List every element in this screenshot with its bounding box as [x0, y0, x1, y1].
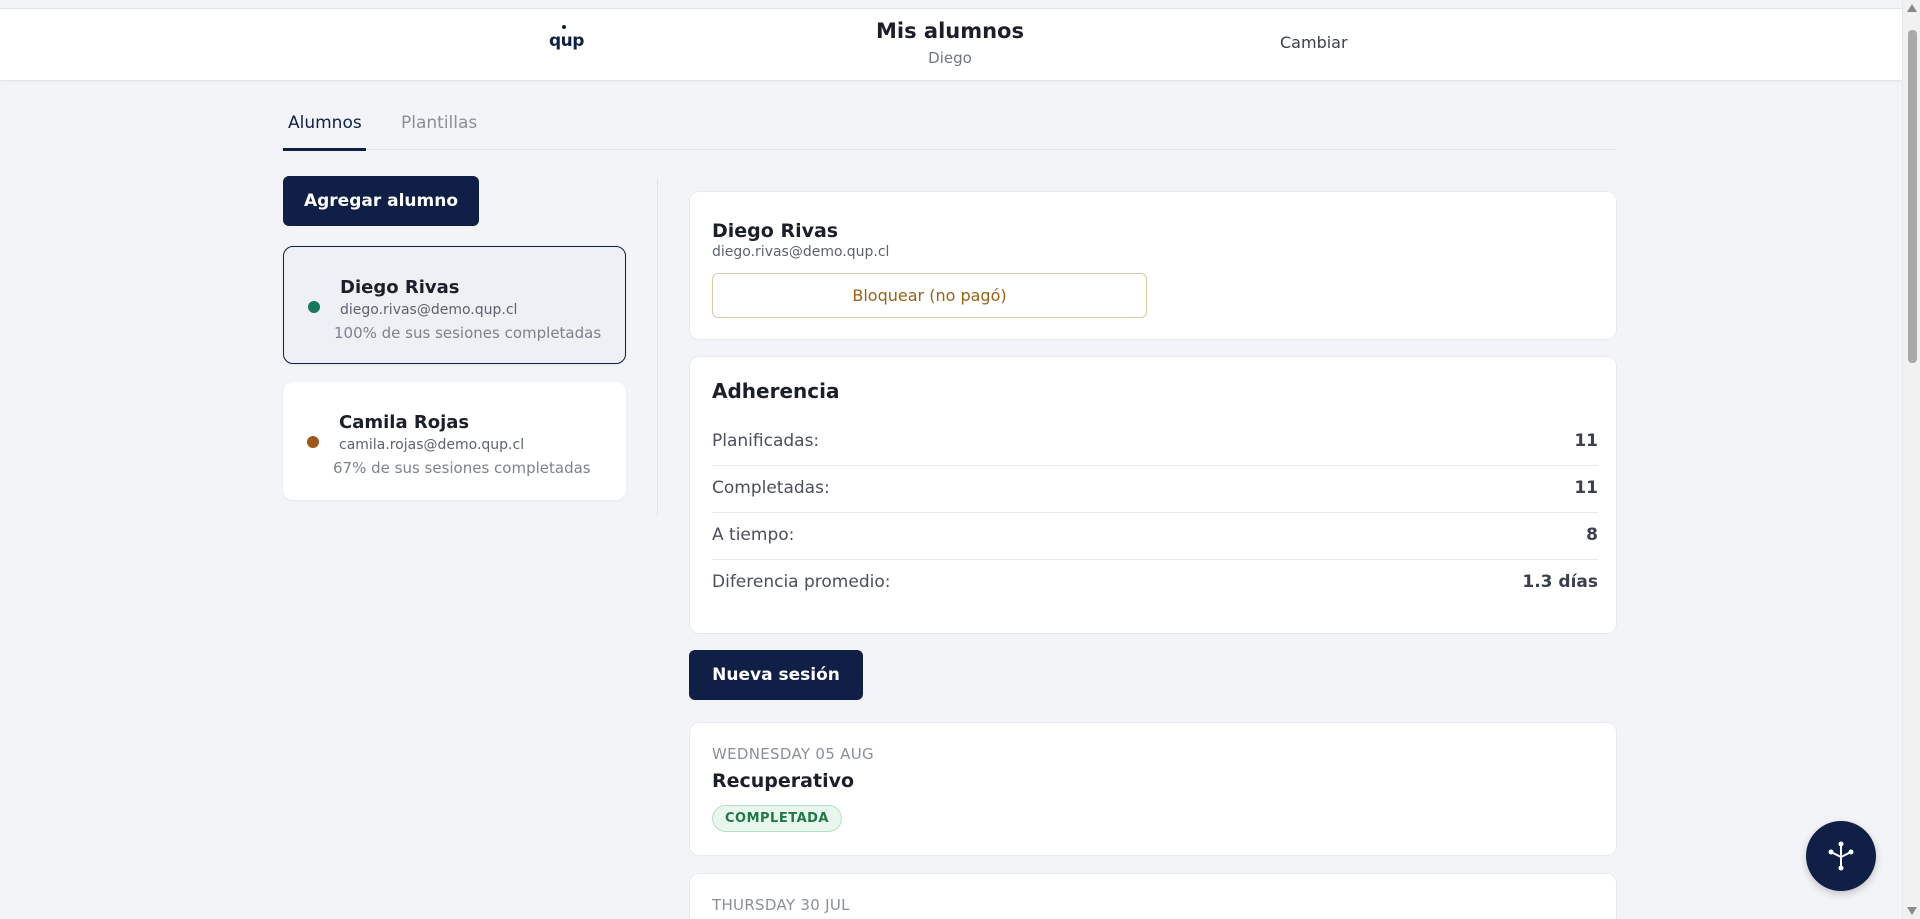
- adherence-value: 11: [1574, 431, 1598, 451]
- status-dot: [307, 436, 319, 448]
- student-progress: 100% de sus sesiones completadas: [334, 324, 602, 342]
- scroll-up-arrow-icon[interactable]: [1907, 4, 1917, 12]
- student-card[interactable]: Diego Rivas diego.rivas@demo.qup.cl 100%…: [283, 246, 626, 364]
- add-student-button[interactable]: Agregar alumno: [283, 176, 479, 226]
- session-date: THURSDAY 30 JUL: [712, 896, 850, 914]
- student-name: Camila Rojas: [339, 412, 470, 433]
- header-center: Mis alumnos Diego: [800, 19, 1100, 67]
- new-session-button[interactable]: Nueva sesión: [689, 650, 863, 700]
- student-email: diego.rivas@demo.qup.cl: [340, 302, 518, 318]
- adherence-title: Adherencia: [712, 379, 840, 403]
- tab-alumnos[interactable]: Alumnos: [288, 113, 362, 133]
- status-dot: [308, 301, 320, 313]
- floating-action-button[interactable]: [1806, 821, 1876, 891]
- adherence-card: Adherencia Planificadas: 11 Completadas:…: [689, 356, 1617, 634]
- student-card[interactable]: Camila Rojas camila.rojas@demo.qup.cl 67…: [283, 382, 626, 500]
- student-email: camila.rojas@demo.qup.cl: [339, 437, 525, 453]
- profile-name: Diego Rivas: [712, 220, 839, 242]
- switch-button[interactable]: Cambiar: [1280, 33, 1348, 52]
- tree-icon: [1828, 841, 1854, 871]
- active-tab-indicator: [283, 148, 366, 151]
- session-card[interactable]: THURSDAY 30 JUL: [689, 873, 1617, 919]
- app-logo[interactable]: qup: [549, 25, 584, 51]
- adherence-value: 8: [1586, 525, 1598, 545]
- page-title: Mis alumnos: [876, 19, 1024, 43]
- scroll-down-arrow-icon[interactable]: [1907, 907, 1917, 915]
- logo-dot: [562, 25, 566, 29]
- tab-bar: Alumnos Plantillas: [283, 105, 1617, 151]
- adherence-label: Diferencia promedio:: [712, 572, 891, 592]
- profile-email: diego.rivas@demo.qup.cl: [712, 244, 890, 260]
- adherence-value: 11: [1574, 478, 1598, 498]
- app-header: qup Mis alumnos Diego Cambiar: [0, 9, 1902, 81]
- session-date: WEDNESDAY 05 AUG: [712, 745, 874, 763]
- student-profile-card: Diego Rivas diego.rivas@demo.qup.cl Bloq…: [689, 191, 1617, 340]
- adherence-row: Diferencia promedio: 1.3 días: [712, 560, 1598, 607]
- block-student-button[interactable]: Bloquear (no pagó): [712, 273, 1147, 318]
- adherence-value: 1.3 días: [1522, 572, 1598, 592]
- adherence-label: Planificadas:: [712, 431, 820, 451]
- student-progress: 67% de sus sesiones completadas: [333, 459, 591, 477]
- session-card[interactable]: WEDNESDAY 05 AUG Recuperativo COMPLETADA: [689, 722, 1617, 856]
- adherence-row: Planificadas: 11: [712, 419, 1598, 466]
- adherence-label: Completadas:: [712, 478, 830, 498]
- page-subtitle: Diego: [928, 49, 972, 67]
- top-border: [0, 0, 1902, 9]
- scroll-thumb[interactable]: [1908, 30, 1917, 363]
- student-name: Diego Rivas: [340, 277, 460, 298]
- logo-text: qup: [549, 31, 584, 51]
- column-divider: [657, 178, 658, 516]
- session-title: Recuperativo: [712, 770, 855, 792]
- scrollbar[interactable]: [1902, 0, 1920, 919]
- adherence-row: A tiempo: 8: [712, 513, 1598, 560]
- adherence-row: Completadas: 11: [712, 466, 1598, 513]
- status-badge: COMPLETADA: [712, 805, 842, 832]
- tab-plantillas[interactable]: Plantillas: [401, 113, 477, 133]
- adherence-label: A tiempo:: [712, 525, 795, 545]
